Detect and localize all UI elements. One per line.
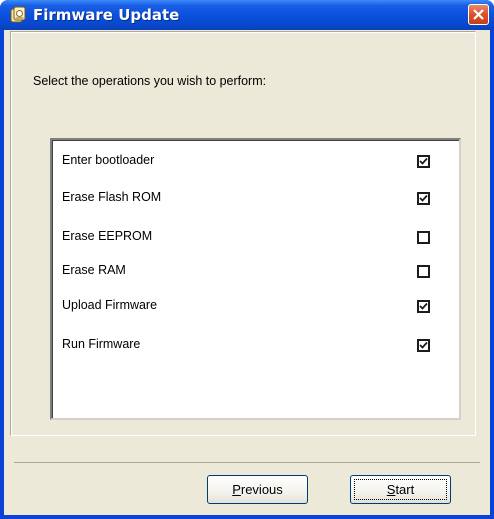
operation-checkbox[interactable] [417, 231, 430, 244]
operations-prompt: Select the operations you wish to perfor… [33, 73, 267, 88]
previous-button[interactable]: Previous [207, 475, 308, 504]
operation-label: Upload Firmware [62, 297, 158, 312]
checkmark-icon [419, 194, 428, 202]
checkmark-icon [419, 302, 428, 310]
operation-checkbox[interactable] [417, 265, 430, 278]
operation-label: Run Firmware [62, 336, 141, 351]
start-button-label: Start [386, 482, 415, 497]
checkmark-icon [419, 157, 428, 165]
firmware-update-window: Firmware Update Select the operations yo… [0, 0, 494, 519]
operation-checkbox[interactable] [417, 192, 430, 205]
operation-checkbox[interactable] [417, 155, 430, 168]
checkmark-icon [419, 341, 428, 349]
window-title: Firmware Update [33, 6, 180, 24]
close-button[interactable] [468, 4, 489, 25]
close-icon [473, 9, 484, 20]
panel-divider [14, 462, 480, 463]
operation-checkbox[interactable] [417, 300, 430, 313]
firmware-app-icon [9, 6, 27, 24]
start-button[interactable]: Start [350, 475, 451, 504]
previous-button-label: Previous [232, 482, 283, 497]
operation-label: Erase EEPROM [62, 228, 153, 243]
operation-label: Erase Flash ROM [62, 189, 162, 204]
title-bar[interactable]: Firmware Update [0, 0, 494, 30]
operation-checkbox[interactable] [417, 339, 430, 352]
operations-list [50, 138, 461, 420]
operation-label: Enter bootloader [62, 152, 155, 167]
operation-label: Erase RAM [62, 262, 126, 277]
